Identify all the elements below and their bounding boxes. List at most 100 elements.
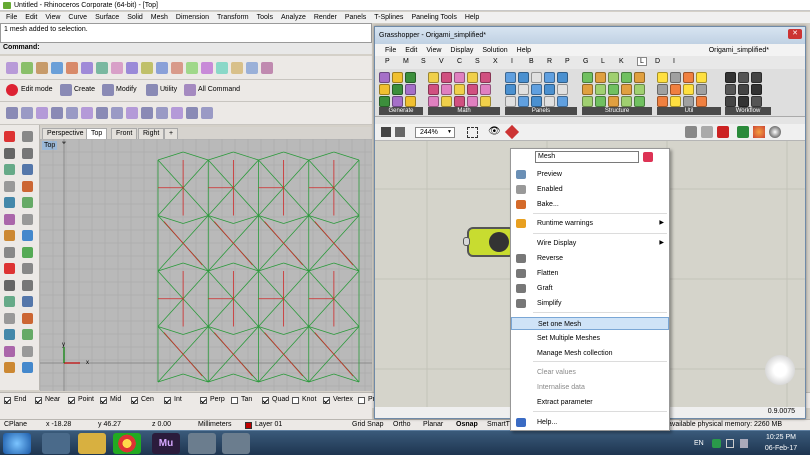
gh-tab-0[interactable]: P bbox=[385, 58, 390, 65]
tool-icon[interactable] bbox=[22, 230, 33, 241]
osnap-near-checkbox[interactable] bbox=[35, 397, 42, 404]
preview-mode-icon[interactable] bbox=[685, 126, 697, 138]
component-icon[interactable] bbox=[696, 72, 707, 83]
component-icon[interactable] bbox=[428, 96, 439, 107]
osnap-tan-checkbox[interactable] bbox=[231, 397, 238, 404]
shape-tool-icon[interactable] bbox=[36, 107, 48, 119]
toolbar-icon[interactable] bbox=[246, 62, 258, 74]
component-icon[interactable] bbox=[634, 96, 645, 107]
osnap-quad-checkbox[interactable] bbox=[262, 397, 269, 404]
tool-icon[interactable] bbox=[4, 180, 15, 192]
wire-mode-icon[interactable] bbox=[701, 126, 713, 138]
menu-item-preview[interactable]: Preview bbox=[511, 168, 669, 181]
tool-icon[interactable] bbox=[22, 329, 33, 340]
component-icon[interactable] bbox=[738, 72, 749, 83]
zoom-extents-icon[interactable] bbox=[467, 127, 478, 138]
menu-item-manage-mesh-collection[interactable]: Manage Mesh collection bbox=[511, 347, 669, 360]
component-icon[interactable] bbox=[392, 84, 403, 95]
render-sphere-icon[interactable] bbox=[769, 126, 781, 138]
tool-icon[interactable] bbox=[22, 345, 33, 357]
component-icon[interactable] bbox=[657, 84, 668, 95]
grid-snap-toggle[interactable]: Grid Snap bbox=[352, 421, 384, 428]
tool-icon[interactable] bbox=[4, 197, 15, 208]
ribbon-group-workflow[interactable]: Workflow bbox=[725, 107, 771, 115]
command-line[interactable]: Command: bbox=[0, 43, 372, 54]
gh-tab-7[interactable]: I bbox=[511, 58, 513, 65]
toolbar-icon[interactable] bbox=[6, 62, 18, 74]
tool-icon[interactable] bbox=[4, 164, 15, 175]
tool-icon[interactable] bbox=[22, 263, 33, 274]
gh-tab-2[interactable]: S bbox=[421, 58, 426, 65]
menu-dimension[interactable]: Dimension bbox=[176, 14, 209, 21]
component-icon[interactable] bbox=[657, 72, 668, 83]
preview-eye-icon[interactable]: 👁 bbox=[488, 126, 501, 137]
component-icon[interactable] bbox=[480, 84, 491, 95]
component-icon[interactable] bbox=[725, 96, 736, 107]
component-icon[interactable] bbox=[379, 96, 390, 107]
shape-tool-icon[interactable] bbox=[186, 107, 198, 119]
osnap-perp-checkbox[interactable] bbox=[200, 397, 207, 404]
component-icon[interactable] bbox=[467, 84, 478, 95]
create-tab[interactable]: Create bbox=[74, 86, 95, 93]
component-icon[interactable] bbox=[428, 72, 439, 83]
shape-tool-icon[interactable] bbox=[51, 107, 63, 119]
gh-tab-11[interactable]: G bbox=[583, 58, 588, 65]
gh-tab-9[interactable]: R bbox=[547, 58, 552, 65]
tool-icon[interactable] bbox=[4, 147, 15, 159]
component-icon[interactable] bbox=[696, 96, 707, 107]
component-icon[interactable] bbox=[595, 96, 606, 107]
cplane-label[interactable]: CPlane bbox=[4, 421, 27, 428]
menu-item-reverse[interactable]: Reverse bbox=[511, 252, 669, 265]
ortho-toggle[interactable]: Ortho bbox=[393, 421, 411, 428]
menu-item-bake[interactable]: Bake... bbox=[511, 198, 669, 211]
menu-help[interactable]: Help bbox=[465, 14, 479, 21]
tool-icon[interactable] bbox=[22, 279, 33, 291]
modify-icon[interactable] bbox=[102, 84, 114, 96]
tab-add[interactable]: + bbox=[164, 128, 179, 139]
component-icon[interactable] bbox=[557, 84, 568, 95]
component-icon[interactable] bbox=[454, 96, 465, 107]
component-icon[interactable] bbox=[582, 84, 593, 95]
component-name-field[interactable]: Mesh bbox=[535, 151, 639, 163]
component-icon[interactable] bbox=[405, 96, 416, 107]
tool-icon[interactable] bbox=[4, 345, 15, 357]
component-icon[interactable] bbox=[467, 96, 478, 107]
component-icon[interactable] bbox=[582, 96, 593, 107]
gh-tab-14[interactable]: L bbox=[637, 57, 647, 66]
all-command-tab[interactable]: All Command bbox=[198, 86, 240, 93]
component-icon[interactable] bbox=[405, 84, 416, 95]
gh-menu-solution[interactable]: Solution bbox=[482, 47, 507, 54]
toolbar-icon[interactable] bbox=[171, 62, 183, 74]
component-icon[interactable] bbox=[634, 72, 645, 83]
component-icon[interactable] bbox=[531, 84, 542, 95]
menu-item-simplify[interactable]: Simplify bbox=[511, 297, 669, 310]
component-icon[interactable] bbox=[621, 96, 632, 107]
shape-tool-icon[interactable] bbox=[171, 107, 183, 119]
tab-front[interactable]: Front bbox=[111, 128, 138, 139]
open-file-icon[interactable] bbox=[381, 127, 391, 137]
explorer-icon[interactable] bbox=[78, 433, 106, 454]
tool-icon[interactable] bbox=[22, 180, 33, 192]
all-command-icon[interactable] bbox=[184, 84, 196, 96]
layer-label[interactable]: Layer 01 bbox=[255, 421, 282, 428]
grasshopper-taskbar-icon[interactable] bbox=[222, 433, 250, 454]
tool-icon[interactable] bbox=[22, 246, 33, 258]
component-icon[interactable] bbox=[518, 84, 529, 95]
component-icon[interactable] bbox=[683, 84, 694, 95]
tool-icon[interactable] bbox=[4, 131, 15, 142]
osnap-toggle[interactable]: Osnap bbox=[456, 421, 478, 428]
toolbar-icon[interactable] bbox=[81, 62, 93, 74]
shape-tool-icon[interactable] bbox=[6, 107, 18, 119]
component-icon[interactable] bbox=[657, 96, 668, 107]
toolbar-icon[interactable] bbox=[216, 62, 228, 74]
component-icon[interactable] bbox=[428, 84, 439, 95]
toolbar-icon[interactable] bbox=[156, 62, 168, 74]
ribbon-group-panels[interactable]: Panels bbox=[505, 107, 577, 115]
toolbar-icon[interactable] bbox=[231, 62, 243, 74]
gh-tab-6[interactable]: X bbox=[493, 58, 498, 65]
menu-tools[interactable]: Tools bbox=[257, 14, 273, 21]
component-icon[interactable] bbox=[595, 72, 606, 83]
menu-curve[interactable]: Curve bbox=[68, 14, 87, 21]
tool-icon[interactable] bbox=[4, 230, 15, 241]
tool-icon[interactable] bbox=[22, 131, 33, 142]
